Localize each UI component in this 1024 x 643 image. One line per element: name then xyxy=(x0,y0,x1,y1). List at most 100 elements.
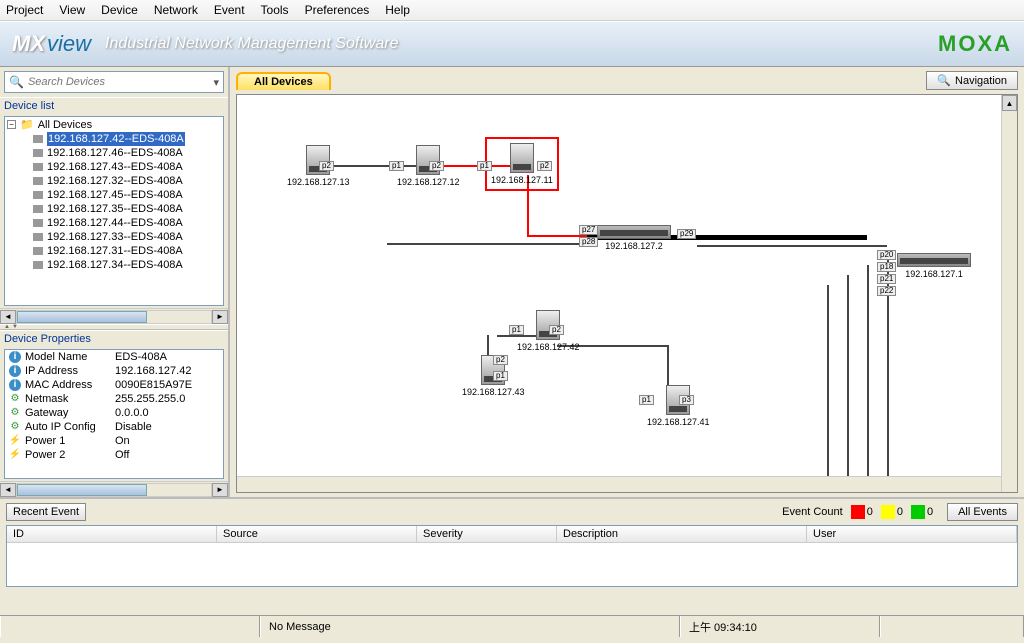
scroll-up-icon[interactable]: ▲ xyxy=(1002,95,1017,111)
device-label: 192.168.127.43--EDS-408A xyxy=(47,160,183,174)
info-icon: i xyxy=(9,351,21,363)
events-table[interactable]: ID Source Severity Description User xyxy=(6,525,1018,587)
device-item[interactable]: 192.168.127.44--EDS-408A xyxy=(5,216,223,230)
prop-row: ⚡Power 2Off xyxy=(5,448,223,462)
device-tree[interactable]: − 📁 All Devices 192.168.127.42--EDS-408A… xyxy=(4,116,224,306)
device-label: 192.168.127.31--EDS-408A xyxy=(47,244,183,258)
scroll-right-icon[interactable]: ► xyxy=(212,310,228,324)
severity-yellow-icon xyxy=(881,505,895,519)
navigation-button[interactable]: 🔍Navigation xyxy=(926,71,1018,90)
device-label: 192.168.127.42--EDS-408A xyxy=(47,132,185,146)
device-item[interactable]: 192.168.127.42--EDS-408A xyxy=(5,132,223,146)
tree-root-label: All Devices xyxy=(38,119,92,131)
device-icon xyxy=(33,163,43,171)
menu-network[interactable]: Network xyxy=(154,3,198,17)
hscroll[interactable]: ◄► xyxy=(0,308,228,324)
search-input[interactable] xyxy=(28,76,214,88)
device-props-title: Device Properties xyxy=(0,330,228,347)
scroll-left-icon[interactable]: ◄ xyxy=(0,310,16,324)
collapse-icon[interactable]: − xyxy=(7,120,16,129)
events-panel: Recent Event Event Count 0 0 0 All Event… xyxy=(0,497,1024,615)
port-label: p2 xyxy=(319,161,334,171)
port-label: p3 xyxy=(679,395,694,405)
vscroll[interactable]: ▲ xyxy=(1001,95,1017,492)
dropdown-icon[interactable]: ▾ xyxy=(213,76,219,89)
prop-row: iMAC Address0090E815A97E xyxy=(5,378,223,392)
device-icon xyxy=(33,261,43,269)
port-label: p1 xyxy=(389,161,404,171)
scroll-track[interactable] xyxy=(16,483,212,497)
port-label: p2 xyxy=(429,161,444,171)
gear-icon: ⚙ xyxy=(9,421,21,433)
link xyxy=(887,250,889,480)
col-id[interactable]: ID xyxy=(7,526,217,542)
scroll-track[interactable] xyxy=(16,310,212,324)
scroll-right-icon[interactable]: ► xyxy=(212,483,228,497)
menu-view[interactable]: View xyxy=(59,3,85,17)
menu-tools[interactable]: Tools xyxy=(261,3,289,17)
device-item[interactable]: 192.168.127.32--EDS-408A xyxy=(5,174,223,188)
col-severity[interactable]: Severity xyxy=(417,526,557,542)
device-properties[interactable]: iModel NameEDS-408A iIP Address192.168.1… xyxy=(4,349,224,479)
device-item[interactable]: 192.168.127.31--EDS-408A xyxy=(5,244,223,258)
device-item[interactable]: 192.168.127.46--EDS-408A xyxy=(5,146,223,160)
left-panel: 🔍 ▾ Device list − 📁 All Devices 192.168.… xyxy=(0,67,230,497)
hscroll[interactable] xyxy=(237,476,1001,492)
rack-switch-icon xyxy=(597,225,671,239)
menu-project[interactable]: Project xyxy=(6,3,43,17)
device-item[interactable]: 192.168.127.33--EDS-408A xyxy=(5,230,223,244)
node-label: 192.168.127.1 xyxy=(897,269,971,279)
col-source[interactable]: Source xyxy=(217,526,417,542)
search-icon: 🔍 xyxy=(9,75,24,89)
device-label: 192.168.127.46--EDS-408A xyxy=(47,146,183,160)
tree-root[interactable]: − 📁 All Devices xyxy=(5,117,223,132)
event-count-label: Event Count xyxy=(782,506,843,518)
port-label: p2 xyxy=(549,325,564,335)
tab-all-devices[interactable]: All Devices xyxy=(236,72,331,90)
severity-green-icon xyxy=(911,505,925,519)
col-description[interactable]: Description xyxy=(557,526,807,542)
info-icon: i xyxy=(9,379,21,391)
prop-key: Gateway xyxy=(25,406,115,420)
menu-preferences[interactable]: Preferences xyxy=(305,3,370,17)
menu-device[interactable]: Device xyxy=(101,3,138,17)
topology-area: All Devices 🔍Navigation 192.168.127.13 p… xyxy=(230,67,1024,497)
prop-row: ⚡Power 1On xyxy=(5,434,223,448)
link xyxy=(697,245,887,247)
prop-value: Disable xyxy=(115,420,152,434)
all-events-button[interactable]: All Events xyxy=(947,503,1018,521)
status-bar: No Message 上午 09:34:10 xyxy=(0,615,1024,637)
topology-node[interactable]: 192.168.127.41 xyxy=(647,385,710,427)
prop-value: 192.168.127.42 xyxy=(115,364,191,378)
device-item[interactable]: 192.168.127.35--EDS-408A xyxy=(5,202,223,216)
device-icon xyxy=(33,205,43,213)
col-user[interactable]: User xyxy=(807,526,1017,542)
scroll-thumb[interactable] xyxy=(17,311,147,323)
recent-event-tab[interactable]: Recent Event xyxy=(6,503,86,521)
prop-key: Auto IP Config xyxy=(25,420,115,434)
scroll-left-icon[interactable]: ◄ xyxy=(0,483,16,497)
scroll-thumb[interactable] xyxy=(17,484,147,496)
search-box[interactable]: 🔍 ▾ xyxy=(4,71,224,93)
port-label: p1 xyxy=(509,325,524,335)
topology-node[interactable]: 192.168.127.1 xyxy=(897,253,971,279)
topology-canvas[interactable]: 192.168.127.13 p2 192.168.127.12 p1 p2 1… xyxy=(236,94,1018,493)
prop-row: iIP Address192.168.127.42 xyxy=(5,364,223,378)
topology-node[interactable]: 192.168.127.2 xyxy=(597,225,671,251)
menu-help[interactable]: Help xyxy=(385,3,410,17)
prop-value: Off xyxy=(115,448,129,462)
device-label: 192.168.127.44--EDS-408A xyxy=(47,216,183,230)
banner: MX view Industrial Network Management So… xyxy=(0,21,1024,67)
prop-value: 0.0.0.0 xyxy=(115,406,149,420)
rack-switch-icon xyxy=(897,253,971,267)
device-item[interactable]: 192.168.127.45--EDS-408A xyxy=(5,188,223,202)
brand-logo: MOXA xyxy=(938,31,1012,57)
hscroll[interactable]: ◄► xyxy=(0,481,228,497)
device-item[interactable]: 192.168.127.43--EDS-408A xyxy=(5,160,223,174)
link xyxy=(387,243,587,245)
device-icon xyxy=(33,219,43,227)
prop-row: ⚙ Auto IP ConfigDisable xyxy=(5,420,223,434)
menu-event[interactable]: Event xyxy=(214,3,245,17)
device-item[interactable]: 192.168.127.34--EDS-408A xyxy=(5,258,223,272)
port-label: p29 xyxy=(677,229,696,239)
